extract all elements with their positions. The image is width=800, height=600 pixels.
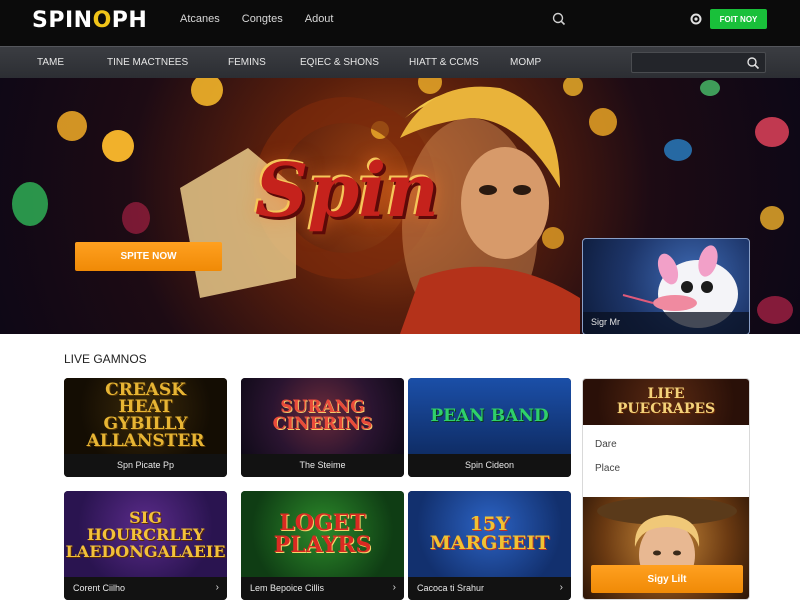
search-icon[interactable]: [746, 56, 760, 70]
game-art-title: SIG HOURCRLEY LAEDONGALAEIE: [65, 507, 226, 561]
logo-text-left: SPIN: [32, 8, 93, 33]
top-nav-item[interactable]: Congtes: [242, 13, 283, 25]
game-label: Spin Cideon: [464, 460, 515, 470]
game-label: Spn Picate Pp: [116, 460, 175, 470]
category-tab[interactable]: MOMP: [510, 57, 541, 68]
game-card[interactable]: SIG HOURCRLEY LAEDONGALAEIE Corent Ciilh…: [64, 491, 227, 600]
game-card[interactable]: LOGET PLAYRS Lem Bepoice Cillis ›: [241, 491, 404, 600]
category-tab[interactable]: HIATT & CCMS: [409, 57, 479, 68]
side-panel: LIFE PUECRAPES Dare Place Sigy Lilt: [582, 378, 750, 600]
game-label-bar: Cacoca ti Srahur ›: [408, 577, 571, 600]
game-thumbnail: CREASK HEAT GYBILLY ALLANSTER: [64, 378, 227, 454]
promo-card[interactable]: Sigr Mr: [582, 238, 750, 334]
search-icon[interactable]: [551, 11, 567, 27]
category-bar: TAME TINE MACTNEES FEMINS EQIEC & SHONS …: [0, 46, 800, 78]
game-label-bar: Corent Ciilho ›: [64, 577, 227, 600]
search-input[interactable]: [638, 55, 743, 70]
game-card[interactable]: SURANG CINERINS The Steime: [241, 378, 404, 477]
game-thumbnail: LOGET PLAYRS: [241, 491, 404, 577]
game-thumbnail: SURANG CINERINS: [241, 378, 404, 454]
game-label-bar: The Steime: [241, 454, 404, 477]
hero-title: Spin: [255, 148, 439, 234]
game-label: Lem Bepoice Cillis: [250, 583, 325, 593]
game-thumbnail: PEAN BAND: [408, 378, 571, 454]
game-art-title: SURANG CINERINS: [272, 397, 373, 434]
signup-button[interactable]: FOIT NOY: [710, 9, 767, 29]
chevron-right-icon[interactable]: ›: [216, 582, 219, 593]
game-thumbnail: SIG HOURCRLEY LAEDONGALAEIE: [64, 491, 227, 577]
game-art-title: LOGET PLAYRS: [273, 510, 372, 558]
promo-label: Sigr Mr: [591, 317, 620, 327]
category-tab[interactable]: EQIEC & SHONS: [300, 57, 379, 68]
side-panel-item[interactable]: Dare: [583, 425, 749, 450]
search-box: [631, 52, 766, 73]
game-label-bar: Lem Bepoice Cillis ›: [241, 577, 404, 600]
chevron-right-icon[interactable]: ›: [393, 582, 396, 593]
game-thumbnail: 15Y MARGEEIT: [408, 491, 571, 577]
game-art-title: PEAN BAND: [430, 405, 549, 426]
game-label: Cacoca ti Srahur: [417, 583, 485, 593]
game-label-bar: Spn Picate Pp: [64, 454, 227, 477]
category-tab[interactable]: TINE MACTNEES: [107, 57, 188, 68]
side-panel-item[interactable]: Place: [583, 449, 749, 474]
top-nav-item[interactable]: Atcanes: [180, 13, 220, 25]
game-card[interactable]: PEAN BAND Spin Cideon: [408, 378, 571, 477]
category-tab[interactable]: TAME: [37, 57, 64, 68]
chevron-right-icon[interactable]: ›: [560, 582, 563, 593]
promo-label-bar: Sigr Mr: [583, 312, 749, 334]
game-label: The Steime: [299, 460, 346, 470]
side-panel-list: Dare Place: [583, 425, 749, 474]
section-title: LIVE GAMNOS: [64, 352, 147, 366]
spin-now-button[interactable]: SPITE NOW: [75, 242, 222, 271]
side-panel-title: LIFE PUECRAPES: [616, 386, 716, 417]
gear-icon[interactable]: [688, 11, 704, 27]
game-card[interactable]: CREASK HEAT GYBILLY ALLANSTER Spn Picate…: [64, 378, 227, 477]
side-panel-button[interactable]: Sigy Lilt: [591, 565, 743, 593]
game-card[interactable]: 15Y MARGEEIT Cacoca ti Srahur ›: [408, 491, 571, 600]
hero-banner: Spin SPITE NOW Sigr Mr: [0, 78, 800, 334]
logo-text-right: PH: [111, 8, 148, 33]
top-nav: Atcanes Congtes Adout: [180, 13, 333, 25]
game-art-title: 15Y MARGEEIT: [429, 513, 550, 554]
side-panel-header: LIFE PUECRAPES: [583, 379, 749, 425]
top-nav-item[interactable]: Adout: [305, 13, 334, 25]
category-tab[interactable]: FEMINS: [228, 57, 266, 68]
logo-mark: O: [92, 8, 112, 33]
game-art-title: CREASK HEAT GYBILLY ALLANSTER: [86, 380, 205, 451]
game-label-bar: Spin Cideon: [408, 454, 571, 477]
top-bar: SPINOPH Atcanes Congtes Adout FOIT NOY: [0, 0, 800, 46]
game-label: Corent Ciilho: [73, 583, 126, 593]
logo[interactable]: SPINOPH: [32, 8, 147, 33]
